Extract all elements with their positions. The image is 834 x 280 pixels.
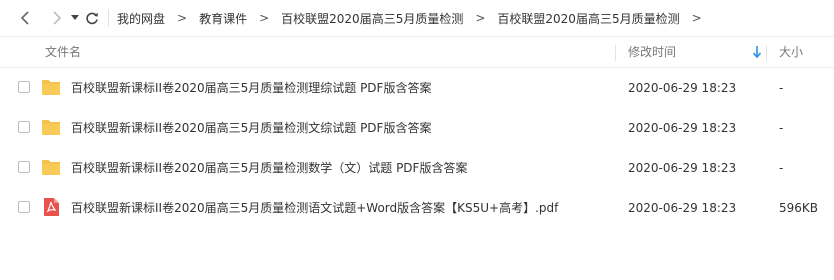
breadcrumb-separator[interactable]: > <box>692 11 702 25</box>
back-button[interactable] <box>14 0 36 36</box>
breadcrumb-item-current-folder[interactable]: 百校联盟2020届高三5月质量检测 <box>497 10 679 27</box>
breadcrumb-separator: > <box>259 11 270 25</box>
folder-icon <box>42 80 60 95</box>
row-checkbox[interactable] <box>18 161 30 173</box>
breadcrumb-item-my-drive[interactable]: 我的网盘 <box>117 10 165 27</box>
breadcrumb-separator: > <box>475 11 486 25</box>
chevron-right-icon <box>53 11 62 25</box>
file-name[interactable]: 百校联盟新课标II卷2020届高三5月质量检测理综试题 PDF版含答案 <box>71 68 431 108</box>
forward-button[interactable] <box>46 0 68 36</box>
folder-icon <box>42 120 60 135</box>
refresh-icon <box>86 12 98 25</box>
pdf-file-icon <box>44 198 59 216</box>
file-row[interactable]: 百校联盟新课标II卷2020届高三5月质量检测语文试题+Word版含答案【KS5… <box>0 188 834 228</box>
file-size: - <box>779 81 784 95</box>
toolbar: 我的网盘 > 教育课件 > 百校联盟2020届高三5月质量检测 > 百校联盟20… <box>0 0 834 36</box>
file-size: - <box>779 121 784 135</box>
row-checkbox[interactable] <box>18 121 30 133</box>
file-name[interactable]: 百校联盟新课标II卷2020届高三5月质量检测数学（文）试题 PDF版含答案 <box>71 148 467 188</box>
file-date: 2020-06-29 18:23 <box>628 201 737 215</box>
file-size: 596KB <box>779 201 819 215</box>
history-dropdown-button[interactable] <box>68 0 82 36</box>
column-header-date[interactable]: 修改时间 <box>628 37 676 67</box>
file-row[interactable]: 百校联盟新课标II卷2020届高三5月质量检测理综试题 PDF版含答案 2020… <box>0 68 834 108</box>
breadcrumb: 我的网盘 > 教育课件 > 百校联盟2020届高三5月质量检测 > 百校联盟20… <box>117 10 714 27</box>
refresh-button[interactable] <box>82 0 102 36</box>
column-divider[interactable] <box>766 45 767 61</box>
file-size: - <box>779 161 784 175</box>
chevron-left-icon <box>20 11 29 25</box>
caret-down-icon <box>71 15 79 20</box>
breadcrumb-item-courseware[interactable]: 教育课件 <box>199 10 247 27</box>
row-checkbox[interactable] <box>18 201 30 213</box>
breadcrumb-separator: > <box>177 11 188 25</box>
file-name[interactable]: 百校联盟新课标II卷2020届高三5月质量检测语文试题+Word版含答案【KS5… <box>71 188 558 228</box>
sort-descending-icon[interactable] <box>752 45 762 59</box>
column-header-size[interactable]: 大小 <box>779 37 803 67</box>
file-list-header: 文件名 修改时间 大小 <box>0 36 834 68</box>
column-divider[interactable] <box>615 45 616 61</box>
row-checkbox[interactable] <box>18 81 30 93</box>
file-date: 2020-06-29 18:23 <box>628 81 737 95</box>
file-name[interactable]: 百校联盟新课标II卷2020届高三5月质量检测文综试题 PDF版含答案 <box>71 108 431 148</box>
file-date: 2020-06-29 18:23 <box>628 121 737 135</box>
breadcrumb-item-exam-folder[interactable]: 百校联盟2020届高三5月质量检测 <box>281 10 463 27</box>
file-row[interactable]: 百校联盟新课标II卷2020届高三5月质量检测文综试题 PDF版含答案 2020… <box>0 108 834 148</box>
folder-icon <box>42 160 60 175</box>
file-row[interactable]: 百校联盟新课标II卷2020届高三5月质量检测数学（文）试题 PDF版含答案 2… <box>0 148 834 188</box>
column-header-name[interactable]: 文件名 <box>45 37 81 67</box>
file-date: 2020-06-29 18:23 <box>628 161 737 175</box>
toolbar-divider <box>108 9 109 27</box>
